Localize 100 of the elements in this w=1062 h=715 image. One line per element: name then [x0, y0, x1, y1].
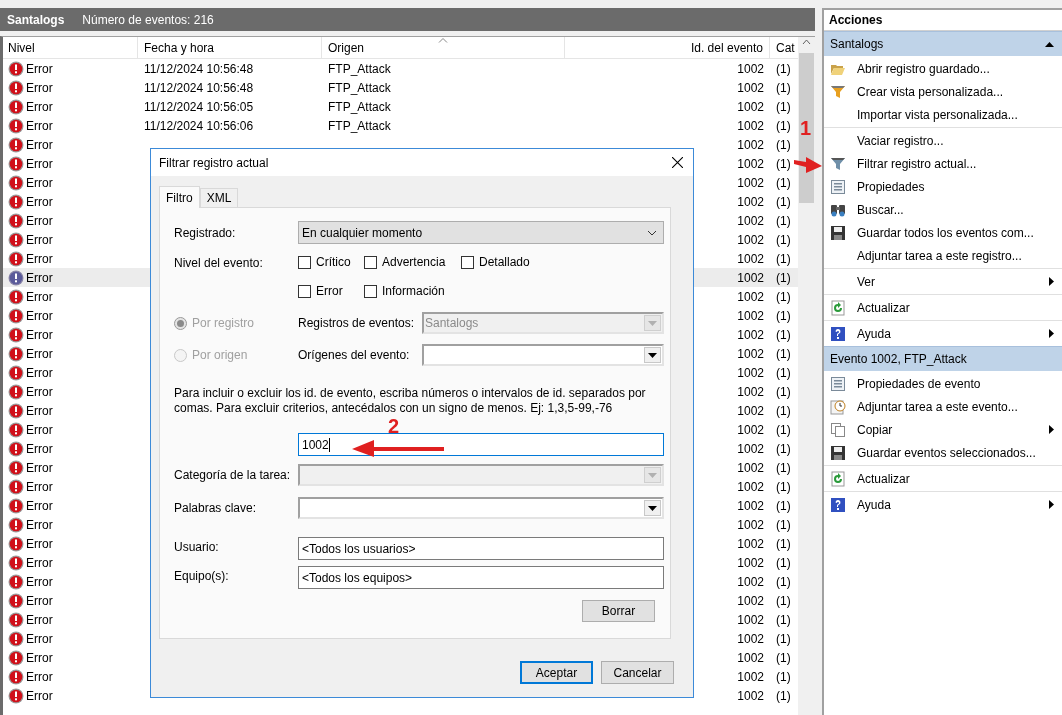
table-cell-text: 1002	[737, 98, 764, 116]
event-id-field[interactable]: 1002	[298, 433, 664, 456]
action-item[interactable]: Actualizar	[824, 467, 1062, 490]
scrollbar[interactable]	[798, 37, 815, 715]
text-field[interactable]: <Todos los equipos>	[298, 566, 664, 589]
action-item[interactable]: Propiedades	[824, 175, 1062, 198]
table-cell: (1)	[776, 517, 791, 532]
table-cell: (1)	[776, 327, 791, 342]
table-cell-text: 1002	[737, 459, 764, 477]
action-item[interactable]: Ver	[824, 270, 1062, 293]
table-cell-text: Error	[26, 98, 53, 116]
table-cell-text: 1002	[737, 535, 764, 553]
table-cell: (1)	[776, 384, 791, 399]
table-cell-text: Error	[26, 402, 53, 420]
column-header[interactable]: Cat	[770, 37, 797, 58]
action-item[interactable]: Adjuntar tarea a este evento...	[824, 395, 1062, 418]
table-cell-text: 1002	[737, 117, 764, 135]
table-cell-text: Error	[26, 307, 53, 325]
table-cell-text: 1002	[737, 668, 764, 686]
column-header[interactable]: Fecha y hora	[138, 37, 322, 58]
table-cell-text: Error	[26, 516, 53, 534]
table-cell-text: Error	[26, 383, 53, 401]
action-item[interactable]: Actualizar	[824, 296, 1062, 319]
properties-icon	[830, 178, 846, 195]
table-cell-text: Error	[26, 478, 53, 496]
table-cell-text: Error	[26, 250, 53, 268]
clear-button[interactable]: Borrar	[582, 600, 655, 622]
level-checkbox[interactable]: Información	[364, 281, 461, 301]
table-cell-text: 1002	[737, 193, 764, 211]
close-icon[interactable]	[672, 157, 683, 168]
table-cell-text: 1002	[737, 478, 764, 496]
tab[interactable]: Filtro	[159, 186, 200, 208]
level-checkbox[interactable]: Detallado	[461, 252, 530, 272]
table-cell: (1)	[776, 612, 791, 627]
scroll-thumb[interactable]	[799, 53, 814, 203]
table-cell: (1)	[776, 555, 791, 570]
table-cell-text: 1002	[737, 136, 764, 154]
action-item[interactable]: Importar vista personalizada...	[824, 103, 1062, 126]
field-label: Nivel del evento:	[174, 255, 264, 272]
collapse-arrow-icon[interactable]	[1045, 41, 1054, 47]
dialog-button[interactable]: Aceptar	[520, 661, 593, 684]
table-cell-text: 1002	[737, 250, 764, 268]
action-item[interactable]: Buscar...	[824, 198, 1062, 221]
table-cell: (1)	[776, 574, 791, 589]
event-id-hint: Para incluir o excluir los id. de evento, escriba números o intervalos de id. separados por comas. Para excluir criterios, antecédalos con un signo de menos. Ej: 1,3,5-99,-76	[174, 386, 647, 416]
level-checkbox[interactable]: Error	[298, 281, 364, 301]
tab[interactable]: XML	[199, 188, 239, 208]
table-cell-text: 1002	[737, 573, 764, 591]
level-checkbox[interactable]: Advertencia	[364, 252, 461, 272]
action-item[interactable]: Filtrar registro actual...	[824, 152, 1062, 175]
submenu-arrow-icon	[1049, 277, 1054, 286]
action-item[interactable]: Guardar todos los eventos com...	[824, 221, 1062, 244]
column-header[interactable]: Origen	[322, 37, 565, 58]
annotation-number: 1	[800, 118, 812, 138]
action-item[interactable]: Vaciar registro...	[824, 129, 1062, 152]
action-item[interactable]: Ayuda	[824, 322, 1062, 345]
scroll-up-icon[interactable]	[802, 39, 811, 45]
action-item[interactable]: Propiedades de evento	[824, 372, 1062, 395]
table-cell: (1)	[776, 137, 791, 152]
table-cell: 11/12/2024 10:56:48	[144, 61, 254, 76]
section-header[interactable]: Santalogs	[824, 31, 1062, 56]
action-item[interactable]: Copiar	[824, 418, 1062, 441]
table-cell: (1)	[776, 213, 791, 228]
table-cell-text: Error	[26, 193, 53, 211]
table-cell-text: Error	[26, 136, 53, 154]
table-cell-text: 1002	[737, 269, 764, 287]
table-cell-text: 1002	[737, 307, 764, 325]
table-cell-text: 1002	[737, 440, 764, 458]
help-icon	[830, 496, 846, 513]
dropdown-field[interactable]	[298, 497, 664, 519]
column-header[interactable]: Nivel	[3, 37, 138, 58]
column-header[interactable]: Id. del evento	[565, 37, 770, 58]
table-cell-text: Error	[26, 421, 53, 439]
table-cell-text: 1002	[737, 687, 764, 705]
table-cell-text: Error	[26, 611, 53, 629]
table-cell: (1)	[776, 251, 791, 266]
table-cell-text: Error	[26, 687, 53, 705]
action-item[interactable]: Adjuntar tarea a este registro...	[824, 244, 1062, 267]
table-cell-text: 1002	[737, 383, 764, 401]
table-cell-text: 1002	[737, 326, 764, 344]
level-checkbox[interactable]: Crítico	[298, 252, 364, 272]
table-cell: (1)	[776, 631, 791, 646]
action-item[interactable]: Crear vista personalizada...	[824, 80, 1062, 103]
dialog-button[interactable]: Cancelar	[601, 661, 674, 684]
table-cell: (1)	[776, 61, 791, 76]
table-cell-text: 1002	[737, 516, 764, 534]
table-cell: (1)	[776, 194, 791, 209]
field-label: Orígenes del evento:	[298, 347, 411, 364]
log-title: Santalogs	[7, 11, 65, 29]
action-item[interactable]: Ayuda	[824, 493, 1062, 516]
time-range-select[interactable]: En cualquier momento	[298, 221, 664, 244]
table-cell: (1)	[776, 403, 791, 418]
table-cell: (1)	[776, 289, 791, 304]
section-header[interactable]: Evento 1002, FTP_Attack	[824, 346, 1062, 371]
table-cell-text: Error	[26, 79, 53, 97]
table-cell: (1)	[776, 688, 791, 703]
action-item[interactable]: Abrir registro guardado...	[824, 57, 1062, 80]
text-field[interactable]: <Todos los usuarios>	[298, 537, 664, 560]
table-cell: (1)	[776, 669, 791, 684]
action-item[interactable]: Guardar eventos seleccionados...	[824, 441, 1062, 464]
